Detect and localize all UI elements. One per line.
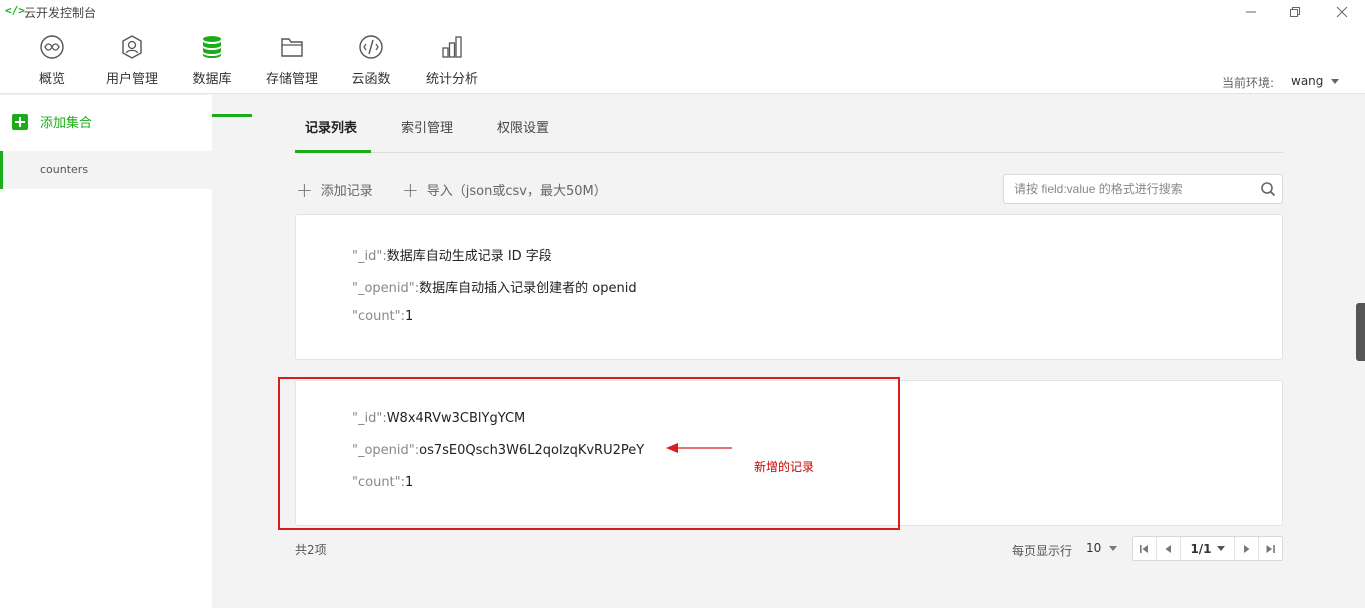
pagination: 1/1 xyxy=(1132,536,1283,561)
overview-icon xyxy=(40,35,64,59)
tab-records[interactable]: 记录列表 xyxy=(305,117,357,136)
prev-page-icon xyxy=(1165,544,1171,553)
last-page-icon xyxy=(1266,544,1275,553)
nav-item-label: 用户管理 xyxy=(105,72,158,87)
title-bar: </> 云开发控制台 xyxy=(0,0,1365,24)
field-value: 数据库自动生成记录 ID 字段 xyxy=(386,249,552,264)
field-key: "_openid": xyxy=(352,281,420,296)
record-field-openid: "_openid":数据库自动插入记录创建者的 openid xyxy=(352,277,637,296)
plus-box-icon xyxy=(12,113,28,130)
restore-button[interactable] xyxy=(1281,2,1309,22)
add-collection-button[interactable]: 添加集合 xyxy=(12,112,92,131)
last-page-button[interactable] xyxy=(1259,537,1282,560)
folder-icon xyxy=(281,38,303,57)
caret-down-icon xyxy=(1331,79,1340,84)
annotation-label: 新增的记录 xyxy=(754,460,815,474)
top-navigation: 概览 用户管理 数据库 存储管理 云函数 统计分析 当前环境: wang xyxy=(0,24,1365,117)
per-page-label: 每页显示行 xyxy=(1012,544,1073,558)
caret-down-icon xyxy=(1216,545,1225,551)
tabs-divider xyxy=(295,152,1283,153)
side-edge-widget[interactable] xyxy=(1356,303,1365,361)
nav-item-label: 云函数 xyxy=(351,72,391,87)
users-icon xyxy=(122,35,142,59)
annotation-arrow-icon xyxy=(666,443,732,453)
caret-down-icon xyxy=(1109,546,1118,551)
collection-name: counters xyxy=(40,163,89,176)
nav-item-storage[interactable]: 存储管理 xyxy=(262,30,322,94)
collection-item-counters[interactable]: counters xyxy=(0,151,212,189)
function-icon xyxy=(359,35,383,59)
app-logo-icon: </> xyxy=(5,4,25,17)
minimize-icon xyxy=(1246,11,1256,13)
per-page-select[interactable]: 10 xyxy=(1086,541,1118,555)
tab-indexes[interactable]: 索引管理 xyxy=(401,117,453,136)
total-count: 共2项 xyxy=(295,543,327,557)
prev-page-button[interactable] xyxy=(1157,537,1181,560)
environment-value: wang xyxy=(1291,74,1324,88)
page-select[interactable]: 1/1 xyxy=(1181,537,1235,560)
restore-icon xyxy=(1290,7,1300,17)
window-title: 云开发控制台 xyxy=(24,6,97,20)
field-value: 数据库自动插入记录创建者的 openid xyxy=(419,281,637,296)
nav-item-users[interactable]: 用户管理 xyxy=(102,30,162,94)
plus-icon: + xyxy=(402,177,419,202)
nav-item-overview[interactable]: 概览 xyxy=(36,30,68,94)
search-input[interactable] xyxy=(1004,175,1254,203)
stats-icon xyxy=(442,36,462,58)
nav-item-label: 统计分析 xyxy=(425,72,478,87)
search-icon[interactable] xyxy=(1260,181,1276,197)
active-tab-indicator xyxy=(295,150,371,153)
field-key: "count": xyxy=(352,309,406,324)
collections-sidebar: 添加集合 counters xyxy=(0,95,212,608)
next-page-button[interactable] xyxy=(1235,537,1259,560)
close-button[interactable] xyxy=(1328,2,1356,22)
next-page-icon xyxy=(1244,544,1250,553)
nav-item-stats[interactable]: 统计分析 xyxy=(422,30,482,94)
environment-label: 当前环境: xyxy=(1222,76,1275,90)
plus-icon: + xyxy=(296,177,313,202)
record-field-count: "count":1 xyxy=(352,309,413,324)
database-icon xyxy=(203,36,221,58)
nav-item-database[interactable]: 数据库 xyxy=(182,30,242,94)
tab-permissions[interactable]: 权限设置 xyxy=(497,117,549,136)
search-box xyxy=(1003,174,1283,204)
import-label: 导入（json或csv，最大50M） xyxy=(426,184,607,199)
add-record-label: 添加记录 xyxy=(320,184,373,199)
nav-item-label: 存储管理 xyxy=(265,72,318,87)
import-button[interactable]: + 导入（json或csv，最大50M） xyxy=(402,177,607,202)
page-indicator: 1/1 xyxy=(1190,541,1212,556)
field-value: 1 xyxy=(405,309,414,324)
add-record-button[interactable]: + 添加记录 xyxy=(296,177,373,202)
record-field-id: "_id":数据库自动生成记录 ID 字段 xyxy=(352,245,552,264)
first-page-icon xyxy=(1140,544,1148,553)
add-collection-label: 添加集合 xyxy=(40,116,93,131)
field-key: "_id": xyxy=(352,249,387,264)
nav-item-label: 概览 xyxy=(38,72,65,87)
per-page-value: 10 xyxy=(1086,541,1102,555)
minimize-button[interactable] xyxy=(1237,2,1265,22)
nav-item-label: 数据库 xyxy=(192,72,232,87)
nav-item-functions[interactable]: 云函数 xyxy=(348,30,394,94)
close-icon xyxy=(1336,6,1348,18)
first-page-button[interactable] xyxy=(1133,537,1157,560)
record-card[interactable]: "_id":数据库自动生成记录 ID 字段 "_openid":数据库自动插入记… xyxy=(295,214,1283,360)
annotation-highlight-box xyxy=(278,377,900,530)
environment-selector[interactable]: wang xyxy=(1291,74,1340,88)
